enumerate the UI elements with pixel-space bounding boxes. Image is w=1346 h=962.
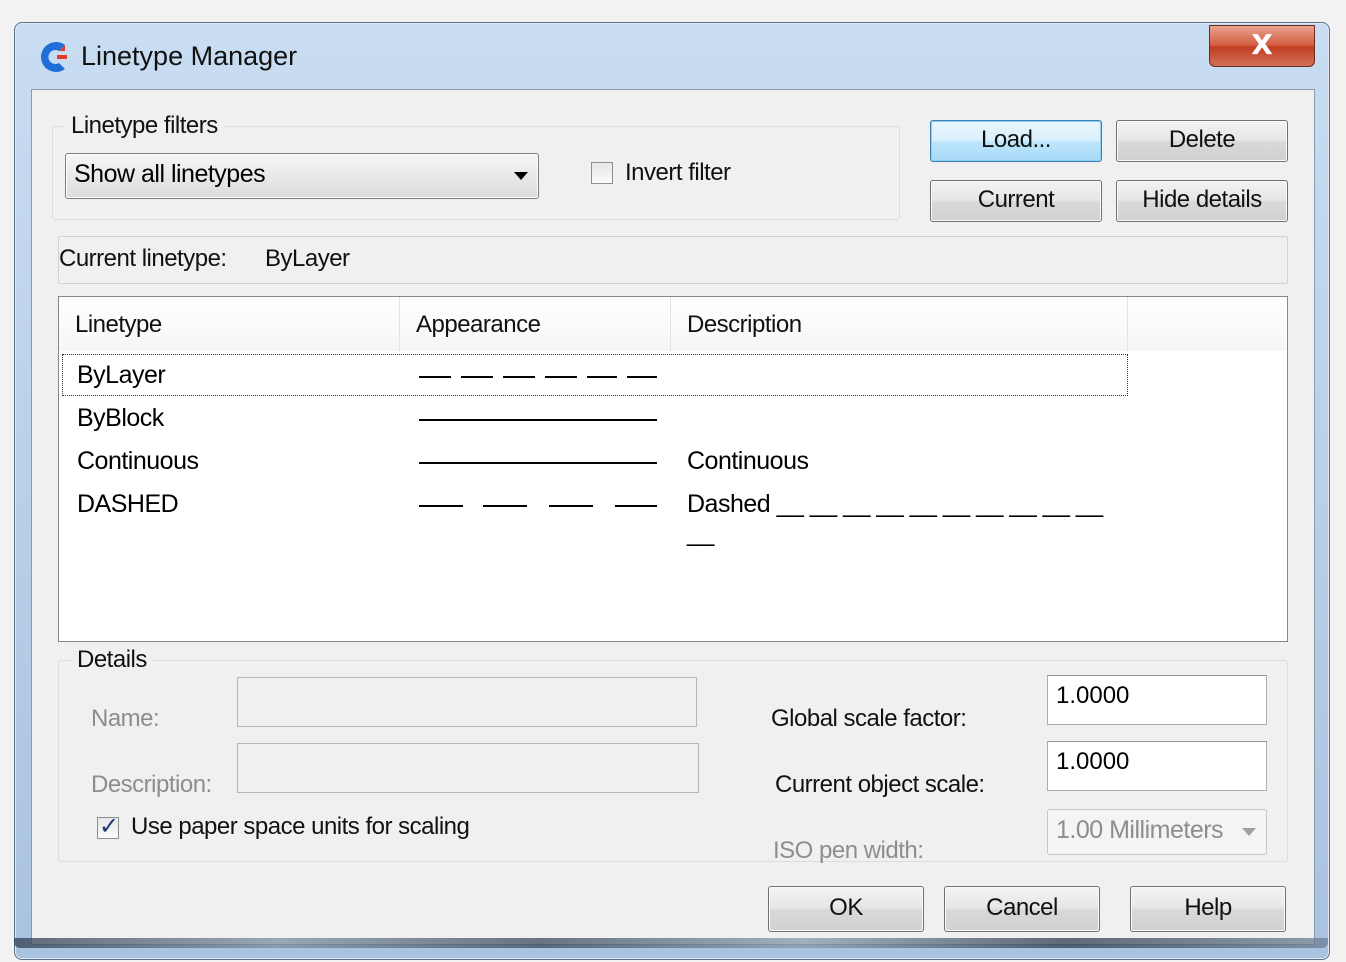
current-button[interactable]: Current (930, 180, 1102, 222)
chevron-down-icon (1242, 828, 1256, 836)
dialog-body: Linetype filters Show all linetypes Inve… (31, 89, 1315, 945)
linetype-filter-select[interactable]: Show all linetypes (65, 153, 539, 199)
linetype-filters-group: Linetype filters Show all linetypes Inve… (52, 112, 900, 220)
window-bottom-edge (14, 938, 1328, 948)
iso-pen-value: 1.00 Millimeters (1056, 816, 1224, 844)
linetype-list[interactable]: Linetype Appearance Description ByLayer (58, 296, 1288, 642)
linetype-filter-value: Show all linetypes (74, 160, 266, 188)
ok-button[interactable]: OK (768, 886, 924, 932)
appearance-dashed-long (419, 505, 657, 507)
appearance-dashed-short (419, 376, 657, 378)
list-item[interactable]: ByLayer (62, 354, 1128, 396)
list-item[interactable]: Continuous Continuous (63, 441, 1127, 481)
name-label: Name: (91, 705, 160, 732)
check-icon: ✓ (99, 812, 120, 840)
title-bar[interactable]: Linetype Manager X (15, 23, 1329, 89)
iso-pen-select[interactable]: 1.00 Millimeters (1047, 809, 1267, 855)
hide-details-button[interactable]: Hide details (1116, 180, 1288, 222)
linetype-manager-window: Linetype Manager X Linetype filters Show… (14, 22, 1330, 960)
current-linetype-strip: Current linetype: ByLayer (58, 236, 1288, 284)
linetype-name: ByBlock (77, 404, 164, 432)
linetype-filters-caption: Linetype filters (65, 112, 224, 140)
description-field[interactable] (237, 743, 699, 793)
delete-button[interactable]: Delete (1116, 120, 1288, 162)
object-scale-label: Current object scale: (775, 771, 985, 798)
linetype-name: Continuous (77, 447, 199, 475)
object-scale-input[interactable]: 1.0000 (1047, 741, 1267, 791)
details-caption: Details (71, 646, 153, 674)
linetype-name: ByLayer (77, 361, 166, 389)
help-button[interactable]: Help (1130, 886, 1286, 932)
linetype-description: Dashed __ __ __ __ __ __ __ __ __ __ __ (687, 490, 1103, 547)
linetype-name: DASHED (77, 490, 179, 518)
app-logo-icon (40, 42, 67, 72)
global-scale-input[interactable]: 1.0000 (1047, 675, 1267, 725)
close-button[interactable]: X (1209, 25, 1315, 67)
name-field[interactable] (237, 677, 697, 727)
global-scale-label: Global scale factor: (771, 705, 967, 732)
appearance-solid (419, 462, 657, 464)
list-item[interactable]: ByBlock (63, 398, 1127, 438)
column-header-appearance[interactable]: Appearance (400, 297, 671, 351)
column-header-filler (1128, 297, 1286, 351)
linetype-description: Continuous (687, 447, 809, 475)
list-item[interactable]: DASHED Dashed __ __ __ __ __ __ __ __ __… (63, 484, 1127, 547)
appearance-solid (419, 419, 657, 421)
invert-filter-label[interactable]: Invert filter (625, 159, 731, 187)
load-button[interactable]: Load... (930, 120, 1102, 162)
details-group: Details Name: Description: ✓ Use paper s… (58, 646, 1288, 864)
list-header: Linetype Appearance Description (59, 297, 1287, 351)
cancel-button[interactable]: Cancel (944, 886, 1100, 932)
window-title: Linetype Manager (81, 41, 298, 71)
iso-pen-label: ISO pen width: (773, 837, 924, 864)
column-header-description[interactable]: Description (671, 297, 1128, 351)
current-linetype-value: ByLayer (265, 245, 350, 272)
column-header-linetype[interactable]: Linetype (59, 297, 400, 351)
paper-space-checkbox[interactable]: ✓ (97, 812, 119, 840)
paper-space-label[interactable]: Use paper space units for scaling (131, 813, 470, 841)
description-label: Description: (91, 771, 212, 798)
chevron-down-icon (514, 172, 528, 180)
invert-filter-checkbox[interactable] (591, 162, 613, 184)
current-linetype-label: Current linetype: (59, 245, 227, 272)
